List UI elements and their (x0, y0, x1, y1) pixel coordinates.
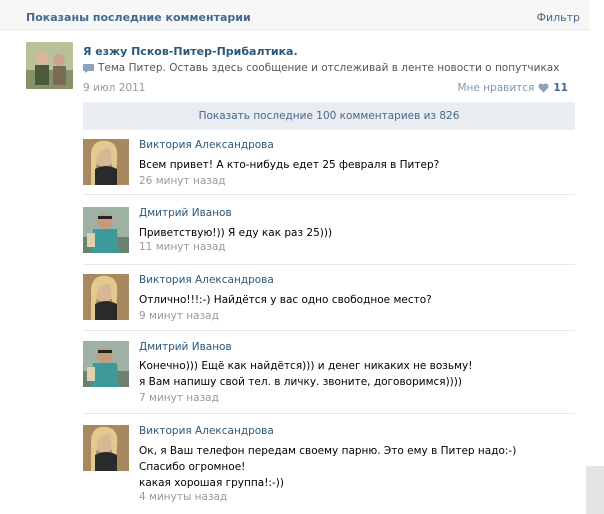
comment-author[interactable]: Виктория Александрова (139, 139, 274, 151)
show-more-comments-button[interactable]: Показать последние 100 комментариев из 8… (83, 102, 575, 130)
comment-text: Всем привет! А кто-нибудь едет 25 феврал… (139, 157, 439, 173)
header-title: Показаны последние комментарии (26, 11, 251, 24)
group-avatar[interactable] (26, 42, 73, 89)
comment-text: Приветствую!)) Я еду как раз 25))) (139, 225, 332, 241)
comment-line: Отлично!!!:-) Найдётся у вас одно свобод… (139, 294, 432, 306)
post-topic-text: Тема Питер. Оставь здесь сообщение и отс… (98, 62, 560, 74)
comment-time[interactable]: 11 минут назад (139, 241, 226, 253)
comment-author[interactable]: Виктория Александрова (139, 425, 274, 437)
comment-line: Конечно))) Ещё как найдётся))) и денег н… (139, 360, 473, 372)
comment-time[interactable]: 7 минут назад (139, 392, 219, 404)
comment-author[interactable]: Виктория Александрова (139, 274, 274, 286)
comment-time[interactable]: 9 минут назад (139, 310, 219, 322)
avatar[interactable] (83, 341, 129, 387)
heart-icon (538, 83, 549, 93)
comment-line: Всем привет! А кто-нибудь едет 25 феврал… (139, 159, 440, 171)
divider (83, 194, 575, 195)
avatar[interactable] (83, 425, 129, 471)
comment-author[interactable]: Дмитрий Иванов (139, 207, 232, 219)
post-date[interactable]: 9 июл 2011 (83, 82, 145, 94)
scrollbar-thumb[interactable] (586, 466, 604, 514)
avatar[interactable] (83, 139, 129, 185)
comment-time[interactable]: 4 минуты назад (139, 491, 227, 503)
comment-line: Спасибо огромное! (139, 461, 246, 473)
comment-line: Приветствую!)) Я еду как раз 25))) (139, 227, 333, 239)
filter-link[interactable]: Фильтр (536, 11, 580, 24)
comments-header: Показаны последние комментарии Фильтр (0, 0, 590, 30)
comment-line: какая хорошая группа!:-)) (139, 477, 284, 489)
divider (83, 264, 575, 265)
topic-icon (83, 63, 94, 73)
comment-line: Ок, я Ваш телефон передам своему парню. … (139, 445, 517, 457)
comment-text: Ок, я Ваш телефон передам своему парню. … (139, 443, 516, 491)
post-title[interactable]: Я езжу Псков-Питер-Прибалтика. (83, 45, 298, 58)
comment-line: я Вам напишу свой тел. в личку. звоните,… (139, 376, 462, 388)
like-button[interactable]: Мне нравится 11 (457, 82, 568, 94)
divider (83, 330, 575, 331)
avatar[interactable] (83, 207, 129, 253)
comment-text: Конечно))) Ещё как найдётся))) и денег н… (139, 358, 472, 390)
comment-time[interactable]: 26 минут назад (139, 175, 226, 187)
like-label: Мне нравится (457, 82, 535, 94)
post-topic[interactable]: Тема Питер. Оставь здесь сообщение и отс… (83, 62, 559, 74)
avatar[interactable] (83, 274, 129, 320)
like-count: 11 (553, 82, 568, 94)
comment-text: Отлично!!!:-) Найдётся у вас одно свобод… (139, 292, 432, 308)
comment-author[interactable]: Дмитрий Иванов (139, 341, 232, 353)
divider (83, 413, 575, 414)
